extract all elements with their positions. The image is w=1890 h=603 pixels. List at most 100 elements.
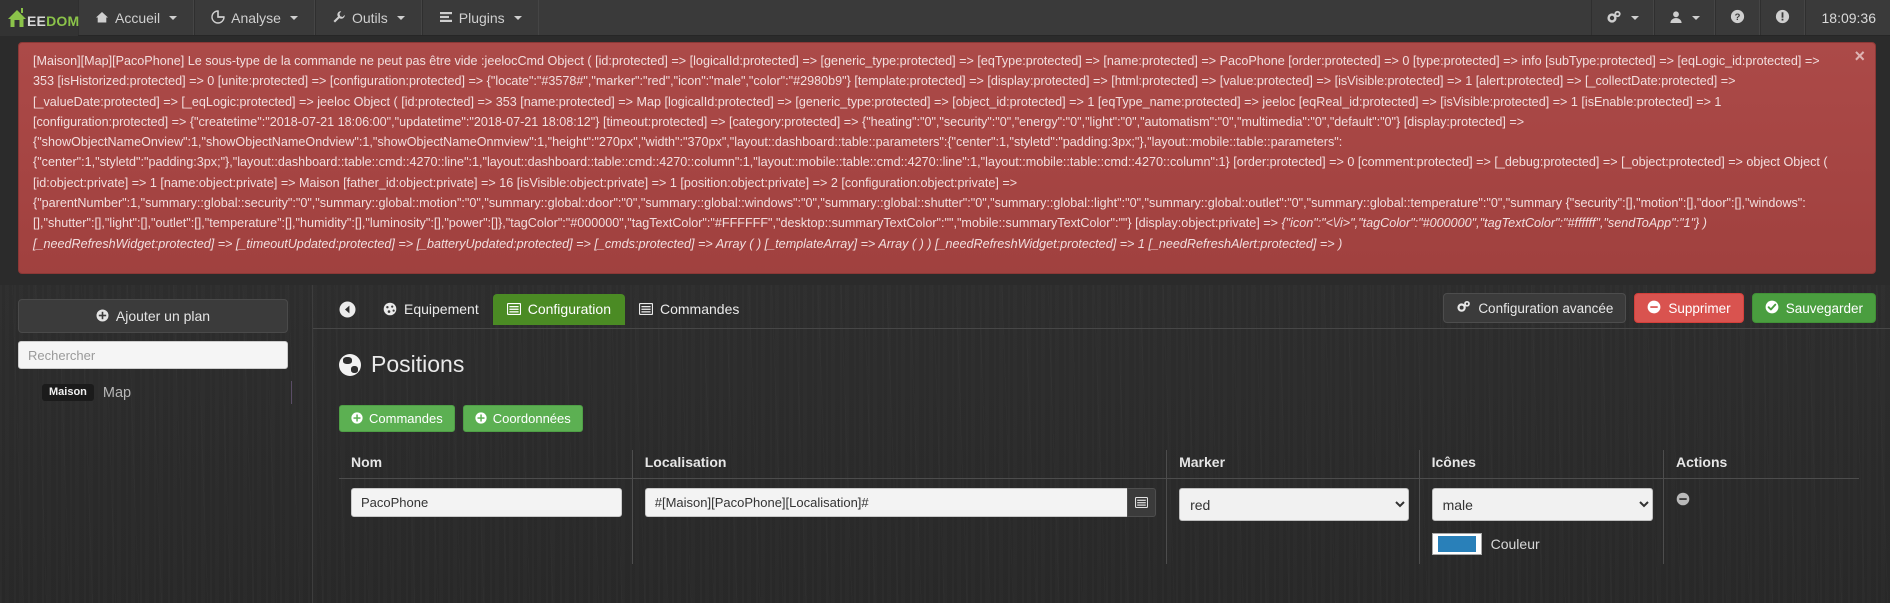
- add-coordonnees-label: Coordonnées: [492, 411, 571, 426]
- save-label: Sauvegarder: [1785, 300, 1863, 316]
- nav-alert-button[interactable]: [1759, 0, 1805, 35]
- home-icon: [95, 10, 109, 26]
- marker-select[interactable]: red: [1179, 488, 1409, 521]
- page-title-label: Positions: [371, 351, 465, 377]
- gears-icon: [1456, 300, 1471, 316]
- column-header-actions: Actions: [1663, 450, 1859, 479]
- plus-circle-icon: [351, 411, 363, 426]
- nav-settings-menu[interactable]: [1590, 0, 1654, 35]
- nav-item-plugins[interactable]: Plugins: [421, 0, 539, 35]
- navbar-right-group: ? 18:09:36: [1590, 0, 1890, 35]
- list-alt-icon: [638, 302, 654, 317]
- search-input[interactable]: [18, 341, 288, 369]
- advanced-configuration-label: Configuration avancée: [1478, 300, 1614, 316]
- nav-item-outils-label: Outils: [351, 9, 388, 26]
- plan-name-label: Map: [102, 384, 132, 401]
- color-label: Couleur: [1490, 536, 1540, 552]
- cell-icones: male Couleur: [1419, 478, 1664, 564]
- tab-actions-group: Configuration avancée Supprimer Sauvegar…: [1443, 293, 1876, 323]
- navbar-spacer: [539, 0, 1591, 35]
- nav-item-analyse[interactable]: Analyse: [194, 0, 315, 35]
- table-row: red male Couleur: [339, 478, 1859, 565]
- tab-commandes-label: Commandes: [660, 301, 740, 317]
- column-header-nom: Nom: [339, 450, 633, 479]
- check-circle-icon: [1765, 300, 1779, 317]
- cell-localisation: [632, 478, 1168, 564]
- cell-marker: red: [1166, 478, 1420, 564]
- close-icon[interactable]: ×: [1854, 47, 1865, 65]
- page-title: Positions: [339, 351, 1890, 378]
- alert-message-tail-3: [_needRefreshAlert:protected] => ): [1148, 236, 1343, 251]
- dashboard-icon: [383, 302, 397, 318]
- add-coordonnees-button[interactable]: Coordonnées: [462, 405, 583, 432]
- chevron-down-icon: [513, 15, 522, 20]
- nav-item-accueil-label: Accueil: [115, 9, 161, 26]
- plan-list: Maison Map: [18, 381, 294, 404]
- nav-item-plugins-label: Plugins: [458, 9, 505, 26]
- color-swatch[interactable]: [1431, 533, 1482, 555]
- tab-configuration[interactable]: Configuration: [492, 294, 625, 325]
- plus-circle-icon: [96, 309, 109, 324]
- localisation-input-group: [644, 488, 1157, 517]
- brand-logo-link[interactable]: EEDOM: [0, 0, 79, 36]
- brand-text-dom: DOM: [46, 13, 80, 29]
- nom-input[interactable]: [351, 488, 622, 517]
- help-icon: ?: [1730, 9, 1745, 26]
- user-icon: [1669, 10, 1683, 26]
- tab-commandes[interactable]: Commandes: [625, 294, 753, 325]
- tab-configuration-label: Configuration: [527, 301, 611, 317]
- nav-help-button[interactable]: ?: [1714, 0, 1760, 35]
- nav-user-menu[interactable]: [1653, 0, 1715, 35]
- chevron-down-icon: [1630, 15, 1639, 20]
- chevron-down-icon: [169, 15, 178, 20]
- minus-circle-icon: [1647, 300, 1661, 317]
- chevron-down-icon: [1691, 15, 1700, 20]
- cell-actions: [1663, 479, 1859, 565]
- positions-table: Nom Localisation Marker Icônes Actions P…: [339, 450, 1859, 564]
- list-alt-icon[interactable]: [1126, 488, 1157, 517]
- advanced-configuration-button[interactable]: Configuration avancée: [1443, 293, 1627, 323]
- svg-text:?: ?: [1734, 12, 1740, 23]
- nav-item-analyse-label: Analyse: [231, 9, 281, 26]
- save-button[interactable]: Sauvegarder: [1751, 293, 1876, 323]
- globe-icon: [339, 353, 361, 376]
- tab-equipement[interactable]: Equipement: [369, 294, 493, 325]
- table-header-row: Nom Localisation Marker Icônes Actions: [339, 450, 1859, 479]
- positions-add-buttons: Commandes Coordonnées: [339, 405, 1890, 432]
- chart-icon: [211, 9, 225, 26]
- column-header-marker: Marker: [1166, 450, 1420, 479]
- column-header-icones: Icônes: [1419, 450, 1664, 479]
- top-navbar: EEDOM Accueil Analyse Outils Plugins ? 1…: [0, 0, 1890, 36]
- list-icon: [439, 10, 453, 26]
- add-plan-label: Ajouter un plan: [115, 308, 211, 324]
- chevron-down-icon: [396, 15, 405, 20]
- alert-message-text: [Maison][Map][PacoPhone] Le sous-type de…: [33, 54, 1828, 211]
- plan-object-badge: Maison: [42, 384, 94, 401]
- delete-label: Supprimer: [1668, 300, 1731, 316]
- page-body: Ajouter un plan Maison Map Equipement: [0, 285, 1890, 603]
- localisation-input[interactable]: [644, 488, 1127, 517]
- add-commandes-button[interactable]: Commandes: [339, 405, 455, 432]
- chevron-down-icon: [289, 15, 298, 20]
- add-plan-button[interactable]: Ajouter un plan: [18, 299, 288, 333]
- alert-icon: [1775, 9, 1790, 26]
- arrow-left-circle-icon[interactable]: [333, 295, 361, 323]
- positions-panel: Positions Commandes Coordonnées Nom Loca…: [313, 329, 1890, 564]
- nav-item-accueil[interactable]: Accueil: [78, 0, 195, 35]
- tab-equipement-label: Equipement: [404, 301, 479, 317]
- icone-select[interactable]: male: [1431, 488, 1653, 521]
- positions-table-body: red male Couleur: [339, 478, 1859, 565]
- plus-circle-icon: [475, 411, 487, 426]
- cell-nom: [339, 478, 633, 564]
- main-content: Equipement Configuration Commandes Confi…: [313, 285, 1890, 603]
- minus-circle-icon[interactable]: [1676, 492, 1690, 510]
- jeedom-house-icon: [4, 5, 30, 31]
- positions-table-head: Nom Localisation Marker Icônes Actions: [339, 450, 1859, 479]
- brand-text: EEDOM: [27, 13, 79, 29]
- delete-button[interactable]: Supprimer: [1634, 293, 1744, 323]
- gears-icon: [1606, 10, 1622, 26]
- nav-item-outils[interactable]: Outils: [314, 0, 422, 35]
- add-commandes-label: Commandes: [369, 411, 443, 426]
- list-item[interactable]: Maison Map: [18, 381, 292, 404]
- tab-bar: Equipement Configuration Commandes Confi…: [313, 285, 1890, 329]
